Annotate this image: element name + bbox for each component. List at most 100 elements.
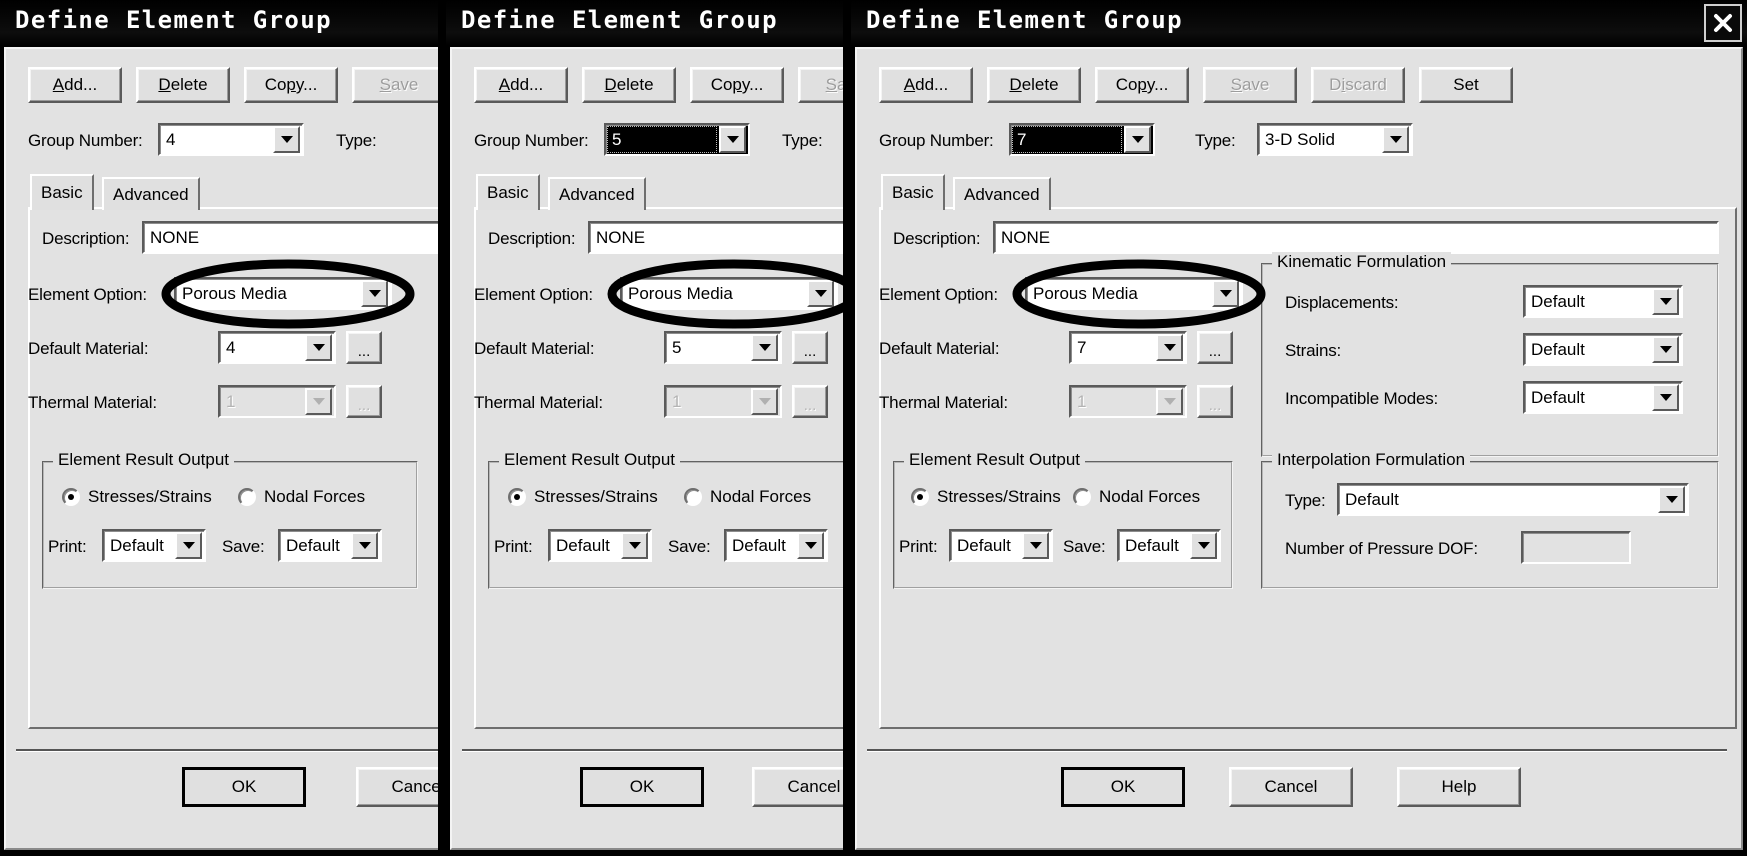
save-combo-2[interactable]: Default xyxy=(724,529,828,562)
strains-combo[interactable]: Default xyxy=(1523,333,1683,366)
print-combo-1[interactable]: Default xyxy=(102,529,206,562)
element-option-combo-2[interactable]: Porous Media xyxy=(620,277,838,310)
chevron-down-icon[interactable] xyxy=(273,126,300,153)
tab-basic-2[interactable]: Basic xyxy=(476,174,540,210)
title-bar-2: Define Element Group xyxy=(446,0,843,47)
displacements-label: Displacements: xyxy=(1285,293,1399,312)
element-option-combo[interactable]: Porous Media xyxy=(1025,277,1243,310)
delete-button[interactable]: Delete xyxy=(987,67,1081,103)
cancel-button-2[interactable]: Cancel xyxy=(752,767,843,807)
radio-nodal-forces[interactable]: Nodal Forces xyxy=(1073,487,1200,507)
chevron-down-icon[interactable] xyxy=(1156,334,1183,361)
radio-stresses-strains-2[interactable]: Stresses/Strains xyxy=(508,487,658,507)
chevron-down-icon[interactable] xyxy=(1124,126,1151,153)
description-input-1[interactable]: NONE xyxy=(142,221,438,254)
radio-nodal-forces-2[interactable]: Nodal Forces xyxy=(684,487,811,507)
add-button-2[interactable]: Add... xyxy=(474,67,568,103)
chevron-down-icon[interactable] xyxy=(175,532,202,559)
displacements-combo[interactable]: Default xyxy=(1523,285,1683,318)
print-combo-2[interactable]: Default xyxy=(548,529,652,562)
tab-advanced[interactable]: Advanced xyxy=(953,177,1051,210)
copy-button-2[interactable]: Copy... xyxy=(690,67,784,103)
description-input-2[interactable]: NONE xyxy=(588,221,843,254)
default-material-combo-2[interactable]: 5 xyxy=(664,331,782,364)
define-element-group-dialog-2: Define Element Group Add... Delete Copy.… xyxy=(446,0,843,856)
ok-button-2[interactable]: OK xyxy=(580,767,704,807)
chevron-down-icon xyxy=(751,388,778,415)
close-button[interactable] xyxy=(1704,4,1742,42)
chevron-down-icon[interactable] xyxy=(361,280,388,307)
chevron-down-icon[interactable] xyxy=(1382,126,1409,153)
chevron-down-icon[interactable] xyxy=(807,280,834,307)
ok-button-1[interactable]: OK xyxy=(182,767,306,807)
screenshot-stage: Define Element Group Add... Delete Copy.… xyxy=(0,0,1747,856)
delete-button-1[interactable]: Delete xyxy=(136,67,230,103)
group-number-combo-2[interactable]: 5 xyxy=(604,123,750,156)
save-button-2: Save xyxy=(798,67,843,103)
default-material-label-2: Default Material: xyxy=(474,339,595,358)
save-combo-1[interactable]: Default xyxy=(278,529,382,562)
set-button[interactable]: Set xyxy=(1419,67,1513,103)
save-output-value: Default xyxy=(1125,535,1179,555)
delete-button-2[interactable]: Delete xyxy=(582,67,676,103)
chevron-down-icon[interactable] xyxy=(751,334,778,361)
chevron-down-icon xyxy=(305,388,332,415)
thermal-material-combo-1: 1 xyxy=(218,385,336,418)
chevron-down-icon[interactable] xyxy=(1212,280,1239,307)
element-result-output-title-1: Element Result Output xyxy=(53,450,235,470)
chevron-down-icon[interactable] xyxy=(719,126,746,153)
chevron-down-icon[interactable] xyxy=(1190,532,1217,559)
default-material-combo[interactable]: 7 xyxy=(1069,331,1187,364)
type-combo[interactable]: 3-D Solid xyxy=(1257,123,1413,156)
default-material-browse-button-1[interactable]: ... xyxy=(346,331,382,364)
interpolation-type-combo[interactable]: Default xyxy=(1337,483,1689,516)
chevron-down-icon[interactable] xyxy=(351,532,378,559)
strains-value: Default xyxy=(1531,339,1585,359)
group-number-combo-1[interactable]: 4 xyxy=(158,123,304,156)
group-number-combo[interactable]: 7 xyxy=(1009,123,1155,156)
dialog-panel-2: Define Element Group Add... Delete Copy.… xyxy=(446,0,843,856)
radio-nodal-label-2: Nodal Forces xyxy=(710,487,812,506)
thermal-material-value-2: 1 xyxy=(672,391,682,411)
ok-button[interactable]: OK xyxy=(1061,767,1185,807)
radio-nodal-forces-1[interactable]: Nodal Forces xyxy=(238,487,365,507)
tab-basic-1[interactable]: Basic xyxy=(30,174,94,210)
copy-button-1[interactable]: Copy... xyxy=(244,67,338,103)
chevron-down-icon[interactable] xyxy=(1022,532,1049,559)
tab-basic[interactable]: Basic xyxy=(881,174,945,210)
tab-advanced-2[interactable]: Advanced xyxy=(548,177,646,210)
tab-advanced-1[interactable]: Advanced xyxy=(102,177,200,210)
radio-stresses-strains-1[interactable]: Stresses/Strains xyxy=(62,487,212,507)
element-option-combo-1[interactable]: Porous Media xyxy=(174,277,392,310)
chevron-down-icon[interactable] xyxy=(1652,384,1679,411)
group-number-label-1: Group Number: xyxy=(28,131,143,150)
chevron-down-icon[interactable] xyxy=(1658,486,1685,513)
default-material-browse-button[interactable]: ... xyxy=(1197,331,1233,364)
default-material-browse-button-2[interactable]: ... xyxy=(792,331,828,364)
add-button-1[interactable]: Add... xyxy=(28,67,122,103)
chevron-down-icon[interactable] xyxy=(797,532,824,559)
cancel-button[interactable]: Cancel xyxy=(1229,767,1353,807)
chevron-down-icon[interactable] xyxy=(1652,288,1679,315)
incompatible-modes-combo[interactable]: Default xyxy=(1523,381,1683,414)
radio-stresses-strains[interactable]: Stresses/Strains xyxy=(911,487,1061,507)
chevron-down-icon[interactable] xyxy=(305,334,332,361)
group-number-label: Group Number: xyxy=(879,131,994,150)
discard-button: Discard xyxy=(1311,67,1405,103)
print-label: Print: xyxy=(899,537,938,556)
copy-button[interactable]: Copy... xyxy=(1095,67,1189,103)
thermal-material-combo-2: 1 xyxy=(664,385,782,418)
chevron-down-icon[interactable] xyxy=(1652,336,1679,363)
cancel-button-1[interactable]: Cancel xyxy=(356,767,438,807)
description-input[interactable]: NONE xyxy=(993,221,1719,254)
chevron-down-icon[interactable] xyxy=(621,532,648,559)
define-element-group-dialog-3: Define Element Group Add... Delete Copy.… xyxy=(851,0,1747,856)
radio-dot-icon xyxy=(1073,488,1091,506)
interpolation-type-label: Type: xyxy=(1285,491,1326,510)
add-button[interactable]: Add... xyxy=(879,67,973,103)
help-button[interactable]: Help xyxy=(1397,767,1521,807)
save-output-combo[interactable]: Default xyxy=(1117,529,1221,562)
print-combo[interactable]: Default xyxy=(949,529,1053,562)
element-option-label-2: Element Option: xyxy=(474,285,593,304)
default-material-combo-1[interactable]: 4 xyxy=(218,331,336,364)
